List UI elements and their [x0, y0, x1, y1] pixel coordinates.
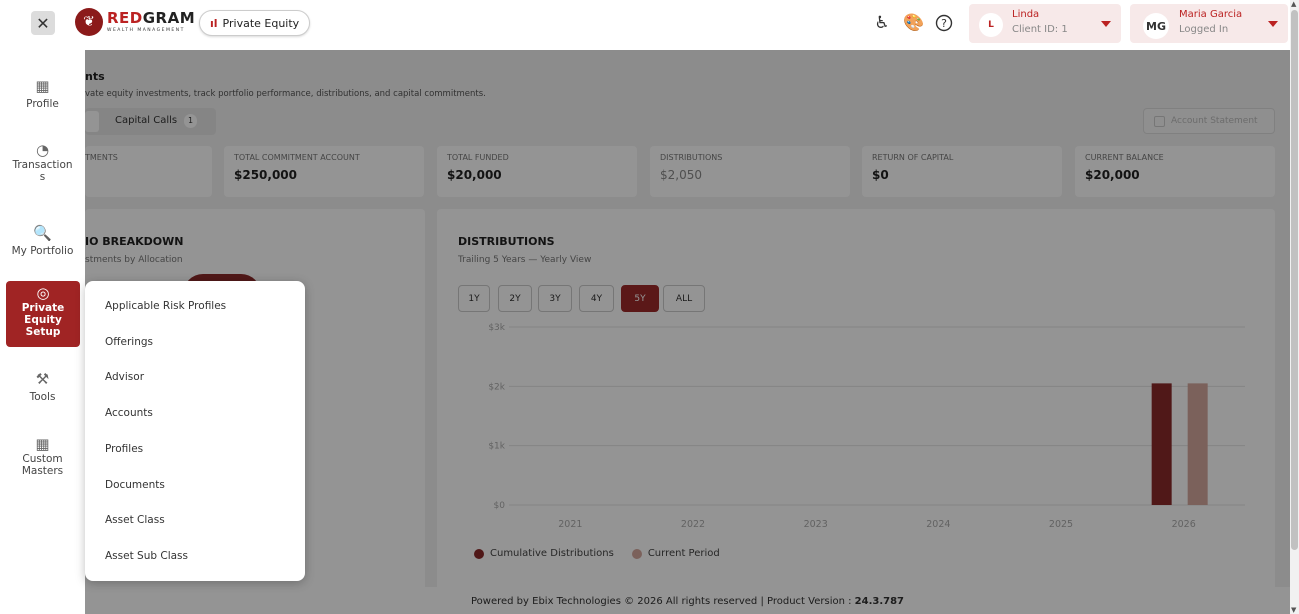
client-selector[interactable]: L Linda Client ID: 1 [969, 4, 1121, 43]
module-selector[interactable]: ıl Private Equity [199, 10, 311, 36]
svg-text:?: ? [941, 17, 947, 30]
brand: REDGRAM WEALTH MANAGEMENT [107, 9, 195, 33]
accessibility-icon[interactable]: ♿ [872, 13, 892, 33]
sidebar: ▦ Profile ◔ Transaction s 🔍 My Portfolio … [0, 50, 85, 614]
menu-item-documents[interactable]: Documents [105, 479, 165, 491]
pie-icon: ◔ [35, 141, 50, 159]
palette-icon[interactable]: 🎨 [903, 13, 924, 33]
sidebar-item-transactions[interactable]: ◔ Transaction s [0, 141, 85, 184]
menu-item-asset-sub-class[interactable]: Asset Sub Class [105, 550, 188, 562]
grid-icon: ▦ [35, 435, 50, 453]
help-icon[interactable]: ? [934, 13, 954, 33]
sidebar-item-label: Profile [26, 98, 59, 110]
menu-item-asset-class[interactable]: Asset Class [105, 514, 165, 526]
brand-subtitle: WEALTH MANAGEMENT [107, 28, 185, 33]
client-avatar: L [979, 13, 1003, 37]
menu-item-applicable-risk-profiles[interactable]: Applicable Risk Profiles [105, 300, 226, 312]
sidebar-item-label: Private Equity Setup [21, 302, 65, 338]
client-id: Client ID: 1 [1012, 24, 1068, 35]
scroll-down-arrow-icon[interactable]: ▼ [1291, 606, 1296, 614]
user-menu[interactable]: MG Maria Garcia Logged In [1130, 4, 1288, 43]
page-scrollbar[interactable]: ▲ ▼ [1290, 0, 1299, 614]
target-icon: ◎ [36, 284, 50, 302]
sidebar-item-custom-masters[interactable]: ▦ Custom Masters [0, 435, 85, 478]
sidebar-item-label: Transaction s [12, 159, 73, 183]
bar-chart-icon: ıl [210, 16, 218, 30]
top-header: ✕ ❦ REDGRAM WEALTH MANAGEMENT ıl Private… [0, 0, 1290, 50]
sidebar-item-profile[interactable]: ▦ Profile [0, 77, 85, 110]
module-label: Private Equity [222, 16, 300, 30]
caret-down-icon [1268, 21, 1278, 27]
menu-item-advisor[interactable]: Advisor [105, 371, 144, 383]
scroll-thumb[interactable] [1291, 10, 1298, 550]
close-icon: ✕ [36, 13, 50, 33]
client-name: Linda [1012, 9, 1040, 20]
sidebar-item-private-equity-setup[interactable]: ◎ Private Equity Setup [6, 281, 80, 347]
redgram-logo-icon: ❦ [75, 8, 103, 36]
menu-item-offerings[interactable]: Offerings [105, 336, 153, 348]
user-name: Maria Garcia [1179, 9, 1243, 20]
brand-name: REDGRAM [107, 9, 195, 27]
tools-icon: ⚒ [35, 370, 50, 388]
portfolio-search-icon: 🔍 [33, 224, 52, 242]
menu-item-accounts[interactable]: Accounts [105, 407, 153, 419]
user-avatar: MG [1143, 13, 1169, 39]
menu-item-profiles[interactable]: Profiles [105, 443, 143, 455]
close-menu-button[interactable]: ✕ [31, 11, 55, 35]
caret-down-icon [1101, 21, 1111, 27]
sidebar-item-label: My Portfolio [11, 245, 74, 257]
private-equity-setup-menu: Applicable Risk Profiles Offerings Advis… [85, 281, 305, 581]
sidebar-item-label: Tools [29, 391, 56, 403]
brand-name-rest: GRAM [142, 9, 196, 27]
brand-name-red: RED [107, 9, 143, 27]
sidebar-item-label: Custom Masters [21, 453, 64, 477]
grid-icon: ▦ [35, 77, 50, 95]
sidebar-item-tools[interactable]: ⚒ Tools [0, 370, 85, 403]
user-status: Logged In [1179, 24, 1229, 35]
scroll-up-arrow-icon[interactable]: ▲ [1291, 0, 1296, 8]
sidebar-item-my-portfolio[interactable]: 🔍 My Portfolio [0, 224, 85, 257]
